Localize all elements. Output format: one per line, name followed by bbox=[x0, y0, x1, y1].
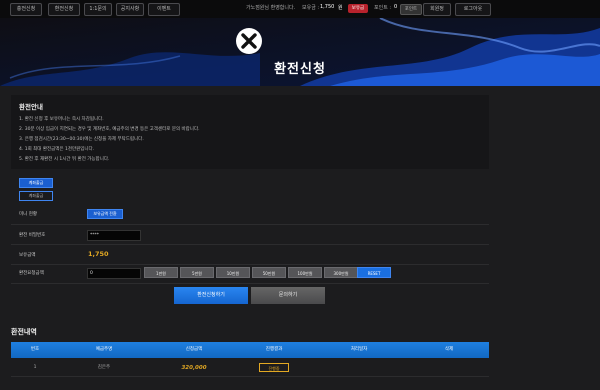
amount-input[interactable]: 0 bbox=[87, 268, 141, 279]
password-label: 환전 비밀번호 bbox=[19, 233, 46, 238]
amount-label: 환전요청금액 bbox=[19, 271, 44, 276]
column-header: 처리일자 bbox=[350, 347, 368, 352]
form-row-amount bbox=[11, 265, 489, 284]
logout-button[interactable]: 로그아웃 bbox=[455, 3, 491, 16]
account-other-button[interactable]: 계좌출금 bbox=[19, 191, 53, 201]
balance-unit: 원 bbox=[338, 5, 343, 11]
row-name: 김은주 bbox=[97, 365, 111, 370]
balance-amount-label: 보유금액 bbox=[19, 253, 36, 258]
history-title: 환전내역 bbox=[11, 328, 37, 336]
nav-item-deposit[interactable]: 충전신청 bbox=[10, 3, 42, 16]
nav-item-notice[interactable]: 공지사항 bbox=[116, 3, 144, 16]
point-badge[interactable]: 포인트 bbox=[400, 4, 422, 15]
mini-status-label: 미니 현황 bbox=[19, 212, 37, 217]
nav-item-event[interactable]: 이벤트 bbox=[148, 3, 180, 16]
amount-500k-button[interactable]: 50만원 bbox=[252, 267, 286, 278]
top-bar: 충전신청 환전신청 1:1문의 공지사항 이벤트 가노점원님 환영합니다. 보유… bbox=[0, 0, 600, 19]
balance-value: 1,750 bbox=[320, 4, 335, 10]
guide-line: 4. 1회 최대 환전금액은 1천만원입니다. bbox=[19, 147, 95, 152]
guide-title: 환전안내 bbox=[19, 103, 43, 111]
account-withdraw-button[interactable]: 계좌출금 bbox=[19, 178, 53, 188]
row-amount: 320,000 bbox=[181, 365, 207, 371]
form-row-password bbox=[11, 225, 489, 245]
column-header: 예금주명 bbox=[95, 347, 113, 352]
convert-balance-button[interactable]: 보유금액 전환 bbox=[87, 209, 123, 219]
amount-100k-button[interactable]: 10만원 bbox=[216, 267, 250, 278]
balance-amount-value: 1,750 bbox=[88, 250, 109, 258]
guide-line: 5. 환전 후 재환전 시 1시간 뒤 환전 가능합니다. bbox=[19, 157, 110, 162]
cross-logo-icon bbox=[241, 33, 257, 49]
status-badge: 진행중 bbox=[259, 363, 289, 372]
password-field[interactable]: **** bbox=[87, 230, 141, 241]
inquiry-button[interactable]: 문의하기 bbox=[251, 287, 325, 304]
page-title: 환전신청 bbox=[274, 62, 326, 77]
balance-badge[interactable]: 보유금 bbox=[348, 4, 368, 13]
column-header: 삭제 bbox=[444, 347, 454, 352]
form-row-mini bbox=[11, 205, 489, 225]
submit-withdraw-button[interactable]: 환전신청하기 bbox=[174, 287, 248, 304]
form-row-balance bbox=[11, 245, 489, 265]
nav-item-inquiry[interactable]: 1:1문의 bbox=[84, 3, 112, 16]
point-label: 포인트 : bbox=[374, 5, 392, 11]
amount-reset-button[interactable]: RESET bbox=[357, 267, 391, 278]
balance-label: 보유금 : bbox=[302, 5, 320, 11]
table-row: 1 김은주 320,000 진행중 bbox=[11, 360, 489, 377]
guide-line: 1. 환전 신청 후 보유머니는 즉시 차감됩니다. bbox=[19, 117, 104, 122]
mypage-button[interactable]: 회원정 bbox=[423, 3, 451, 16]
guide-line: 2. 30분 이상 입금이 지연되는 경우 및 계좌번호, 예금주의 변경 등은… bbox=[19, 127, 200, 132]
amount-10k-button[interactable]: 1만원 bbox=[144, 267, 178, 278]
amount-50k-button[interactable]: 5만원 bbox=[180, 267, 214, 278]
history-table-header: 번호 예금주명 신청금액 진행결과 처리일자 삭제 bbox=[11, 342, 489, 358]
point-value: 0 bbox=[394, 4, 398, 10]
guide-line: 3. 은행 점검시간(23:30~00:30)에는 신청을 자제 부탁드립니다. bbox=[19, 137, 144, 142]
amount-1m-button[interactable]: 100만원 bbox=[288, 267, 322, 278]
row-number: 1 bbox=[33, 365, 37, 370]
column-header: 번호 bbox=[30, 347, 40, 352]
user-greeting: 가노점원님 환영합니다. bbox=[246, 5, 296, 11]
column-header: 진행결과 bbox=[265, 347, 283, 352]
amount-3m-button[interactable]: 300만원 bbox=[324, 267, 358, 278]
site-logo bbox=[236, 28, 262, 54]
hero-banner: 환전신청 bbox=[0, 18, 600, 86]
nav-item-withdraw[interactable]: 환전신청 bbox=[48, 3, 80, 16]
column-header: 신청금액 bbox=[185, 347, 203, 352]
